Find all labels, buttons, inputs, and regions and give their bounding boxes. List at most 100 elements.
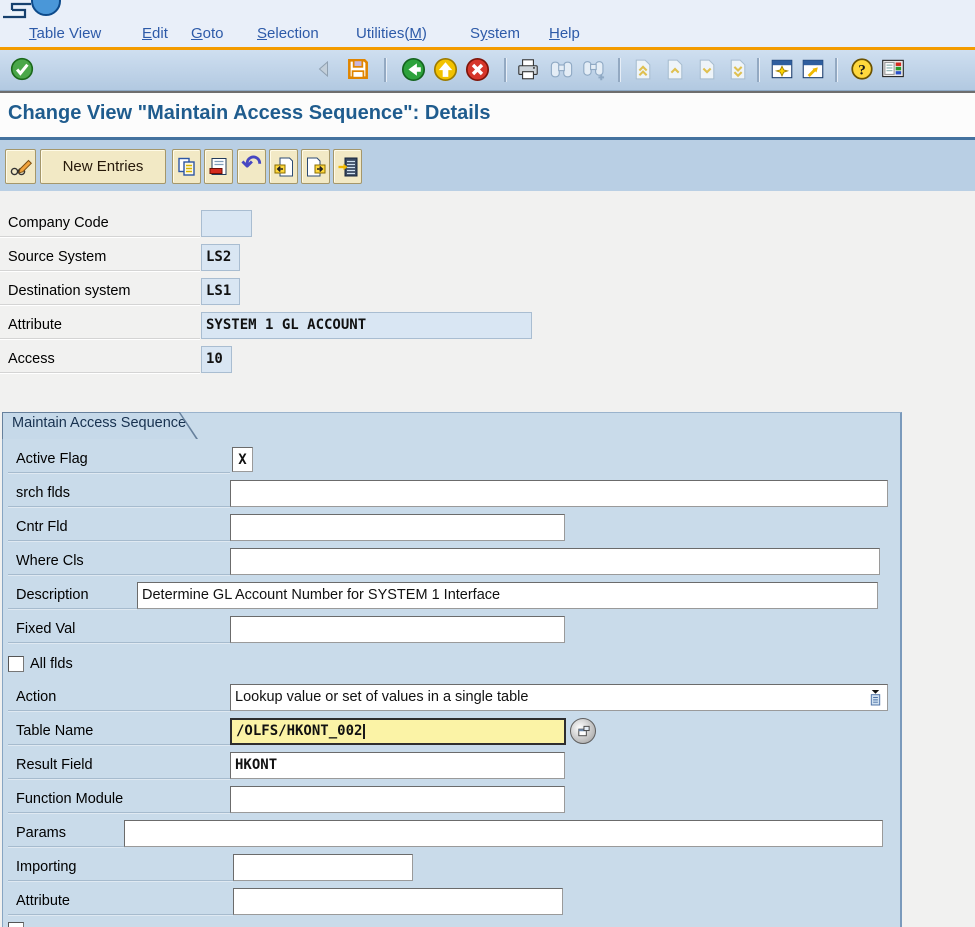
sap-window-icon	[0, 0, 70, 20]
source-system-label: Source System	[0, 244, 200, 271]
print-button[interactable]	[514, 55, 542, 83]
importing-label: Importing	[8, 854, 233, 881]
params-field[interactable]	[124, 820, 883, 847]
menu-utilities[interactable]: Utilities(M)	[356, 22, 427, 46]
previous-entry-icon	[272, 155, 296, 179]
cntr-fld-field[interactable]	[230, 514, 565, 541]
where-cls-label: Where Cls	[8, 548, 230, 575]
delete-icon	[207, 155, 231, 179]
enter-button[interactable]	[8, 55, 36, 83]
menu-table-view[interactable]: Table View	[29, 22, 101, 46]
groupbox-title: Maintain Access Sequence	[12, 415, 186, 431]
display-change-toggle-button[interactable]	[5, 149, 36, 184]
menu-system[interactable]: System	[470, 22, 520, 46]
menu-goto[interactable]: Goto	[191, 22, 224, 46]
attribute-header-label: Attribute	[0, 312, 200, 339]
menu-bar: Table View Edit Goto Selection Utilities…	[0, 20, 975, 47]
find-next-button[interactable]	[580, 55, 608, 83]
result-field-field[interactable]: HKONT	[230, 752, 565, 779]
customize-layout-button[interactable]	[879, 55, 907, 83]
create-shortcut-button[interactable]	[799, 55, 827, 83]
attribute-field[interactable]	[233, 888, 563, 915]
first-page-button[interactable]	[628, 55, 656, 83]
value-help-f4-button[interactable]	[570, 718, 596, 744]
menu-selection[interactable]: Selection	[257, 22, 319, 46]
toolbar-separator	[835, 58, 838, 82]
srch-flds-field[interactable]	[230, 480, 888, 507]
toolbar-separator	[384, 58, 387, 82]
previous-page-button[interactable]	[660, 55, 688, 83]
access-label: Access	[0, 346, 200, 373]
importing-field[interactable]	[233, 854, 413, 881]
back-button[interactable]	[399, 55, 427, 83]
cancel-button[interactable]	[463, 55, 491, 83]
new-session-icon	[769, 56, 795, 82]
previous-page-icon	[662, 57, 687, 82]
new-session-button[interactable]	[768, 55, 796, 83]
svg-text:?: ?	[858, 61, 866, 78]
back-triangle-button[interactable]	[311, 55, 339, 83]
customize-layout-icon	[880, 56, 906, 82]
bottom-partial-checkbox[interactable]	[8, 922, 24, 927]
action-combobox[interactable]: Lookup value or set of values in a singl…	[230, 684, 888, 711]
back-triangle-icon	[313, 57, 337, 81]
help-button[interactable]: ?	[848, 55, 876, 83]
srch-flds-label: srch flds	[8, 480, 230, 507]
application-toolbar: New Entries ↶	[0, 140, 975, 191]
save-button[interactable]	[344, 55, 372, 83]
find-button[interactable]	[547, 55, 575, 83]
window-titlebar-strip	[0, 0, 975, 20]
print-icon	[515, 56, 541, 82]
previous-entry-button[interactable]	[269, 149, 298, 184]
save-floppy-icon	[345, 56, 371, 82]
action-dropdown-icon[interactable]	[868, 688, 883, 707]
position-entry-icon	[336, 155, 360, 179]
last-page-icon	[725, 57, 750, 82]
undo-button[interactable]: ↶	[237, 149, 266, 184]
groupbox-tab: Maintain Access Sequence	[2, 412, 198, 439]
next-entry-button[interactable]	[301, 149, 330, 184]
action-label: Action	[8, 684, 230, 711]
function-module-field[interactable]	[230, 786, 565, 813]
next-page-button[interactable]	[692, 55, 720, 83]
new-entries-button[interactable]: New Entries	[40, 149, 166, 184]
sap-gui-window: Table View Edit Goto Selection Utilities…	[0, 0, 975, 927]
menu-help[interactable]: Help	[549, 22, 580, 46]
table-name-label: Table Name	[8, 718, 230, 745]
cntr-fld-label: Cntr Fld	[8, 514, 230, 541]
fixed-val-field[interactable]	[230, 616, 565, 643]
value-help-icon	[576, 724, 591, 739]
active-flag-label: Active Flag	[8, 446, 230, 473]
destination-system-label: Destination system	[0, 278, 200, 305]
find-next-icon	[581, 56, 608, 83]
help-icon: ?	[849, 56, 875, 82]
delete-button[interactable]	[204, 149, 233, 184]
back-arrow-icon	[400, 56, 427, 83]
copy-as-button[interactable]	[172, 149, 201, 184]
active-flag-field[interactable]: X	[232, 447, 253, 472]
shortcut-icon	[800, 56, 826, 82]
description-field[interactable]: Determine GL Account Number for SYSTEM 1…	[137, 582, 878, 609]
change-display-pencil-glasses-icon	[9, 155, 33, 179]
exit-up-arrow-icon	[432, 56, 459, 83]
toolbar-separator	[504, 58, 507, 82]
copy-icon	[175, 155, 199, 179]
toolbar-separator	[618, 58, 621, 82]
attribute-label: Attribute	[8, 888, 233, 915]
exit-button[interactable]	[431, 55, 459, 83]
source-system-field: LS2	[201, 244, 240, 271]
first-page-icon	[630, 57, 655, 82]
next-entry-icon	[304, 155, 328, 179]
table-name-field[interactable]: /OLFS/HKONT_002	[230, 718, 566, 745]
last-page-button[interactable]	[723, 55, 751, 83]
menu-edit[interactable]: Edit	[142, 22, 168, 46]
where-cls-field[interactable]	[230, 548, 880, 575]
all-flds-label: All flds	[22, 651, 142, 678]
fixed-val-label: Fixed Val	[8, 616, 230, 643]
other-entry-button[interactable]	[333, 149, 362, 184]
company-code-label: Company Code	[0, 210, 200, 237]
cancel-x-icon	[464, 56, 491, 83]
title-bar: Change View "Maintain Access Sequence": …	[0, 93, 975, 137]
description-label: Description	[8, 582, 137, 609]
page-title: Change View "Maintain Access Sequence": …	[8, 102, 490, 125]
